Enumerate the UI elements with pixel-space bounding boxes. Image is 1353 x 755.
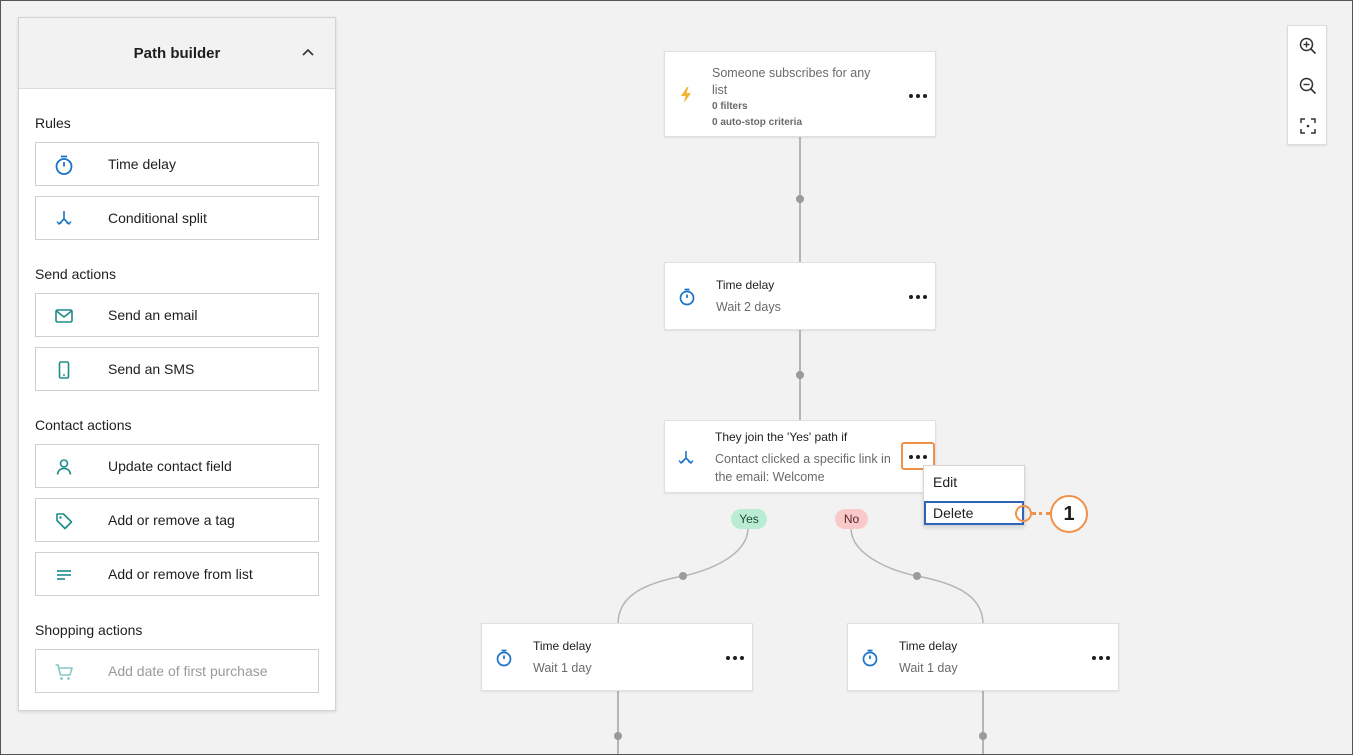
add-step-dot[interactable] [796, 371, 804, 379]
action-label: Send an email [108, 307, 198, 323]
no-path-badge: No [835, 509, 868, 529]
add-first-purchase-action: Add date of first purchase [35, 649, 319, 693]
action-label: Conditional split [108, 210, 207, 226]
action-label: Add or remove from list [108, 566, 253, 582]
trigger-title-cont: list [712, 83, 728, 97]
conditional-split-node[interactable]: They join the 'Yes' path if Contact clic… [664, 420, 936, 493]
trigger-autostop: 0 auto-stop criteria [712, 117, 803, 128]
node-subtitle: Contact clicked a specific link in [715, 452, 891, 466]
lightning-icon [676, 85, 696, 105]
add-remove-list-action[interactable]: Add or remove from list [35, 552, 319, 596]
delete-menu-item[interactable]: Delete [924, 501, 1024, 525]
section-rules: Rules [35, 115, 71, 131]
more-options-button[interactable] [1090, 651, 1112, 665]
list-icon [53, 564, 75, 586]
timer-icon [860, 648, 880, 668]
time-delay-node[interactable]: Time delay Wait 2 days [664, 262, 936, 330]
time-delay-node-yes[interactable]: Time delay Wait 1 day [481, 623, 753, 691]
edit-menu-item[interactable]: Edit [924, 471, 1024, 495]
add-remove-tag-action[interactable]: Add or remove a tag [35, 498, 319, 542]
zoom-controls [1287, 25, 1327, 145]
node-subtitle: Wait 2 days [716, 300, 781, 314]
phone-icon [53, 359, 75, 381]
action-label: Add or remove a tag [108, 512, 235, 528]
path-builder-panel: Path builder Rules Time delay Conditiona… [18, 17, 336, 711]
add-step-dot[interactable] [796, 195, 804, 203]
callout-marker [1015, 505, 1032, 522]
cart-icon [53, 661, 75, 683]
action-label: Add date of first purchase [108, 663, 268, 679]
yes-path-badge: Yes [731, 509, 767, 529]
node-title: They join the 'Yes' path if [715, 430, 848, 444]
zoom-in-icon[interactable] [1298, 36, 1318, 56]
trigger-node[interactable]: Someone subscribes for any list 0 filter… [664, 51, 936, 137]
add-step-dot[interactable] [979, 732, 987, 740]
node-subtitle: Wait 1 day [533, 661, 592, 675]
conditional-split-action[interactable]: Conditional split [35, 196, 319, 240]
callout-number: 1 [1050, 495, 1088, 533]
time-delay-node-no[interactable]: Time delay Wait 1 day [847, 623, 1119, 691]
node-subtitle: Wait 1 day [899, 661, 958, 675]
node-subtitle-cont: the email: Welcome [715, 470, 825, 484]
branch-lines [617, 528, 984, 625]
node-title: Time delay [716, 278, 775, 292]
node-title: Time delay [899, 639, 958, 653]
panel-title: Path builder [133, 45, 221, 62]
fit-to-screen-icon[interactable] [1298, 116, 1318, 136]
connector-line [617, 690, 619, 755]
more-options-button[interactable] [907, 290, 929, 304]
more-options-button[interactable] [724, 651, 746, 665]
split-icon [676, 448, 696, 468]
timer-icon [494, 648, 514, 668]
person-icon [53, 456, 75, 478]
add-step-dot[interactable] [913, 572, 921, 580]
timer-icon [53, 154, 75, 176]
action-label: Update contact field [108, 458, 232, 474]
add-step-dot[interactable] [679, 572, 687, 580]
connector-line [982, 690, 984, 755]
zoom-out-icon[interactable] [1298, 76, 1318, 96]
node-title: Time delay [533, 639, 592, 653]
send-email-action[interactable]: Send an email [35, 293, 319, 337]
add-step-dot[interactable] [614, 732, 622, 740]
callout-leader-line [1032, 512, 1050, 515]
more-options-button[interactable] [907, 89, 929, 103]
time-delay-action[interactable]: Time delay [35, 142, 319, 186]
send-sms-action[interactable]: Send an SMS [35, 347, 319, 391]
section-shopping-actions: Shopping actions [35, 622, 143, 638]
action-label: Send an SMS [108, 361, 195, 377]
trigger-filters: 0 filters [712, 101, 748, 112]
chevron-up-icon[interactable] [299, 44, 317, 62]
panel-header: Path builder [19, 18, 335, 89]
split-icon [53, 208, 75, 230]
timer-icon [677, 287, 697, 307]
action-label: Time delay [108, 156, 176, 172]
tag-icon [53, 510, 75, 532]
envelope-icon [53, 305, 75, 327]
trigger-title: Someone subscribes for any [712, 66, 871, 80]
update-contact-field-action[interactable]: Update contact field [35, 444, 319, 488]
section-send-actions: Send actions [35, 266, 116, 282]
section-contact-actions: Contact actions [35, 417, 132, 433]
node-context-menu: Edit Delete [923, 465, 1025, 526]
